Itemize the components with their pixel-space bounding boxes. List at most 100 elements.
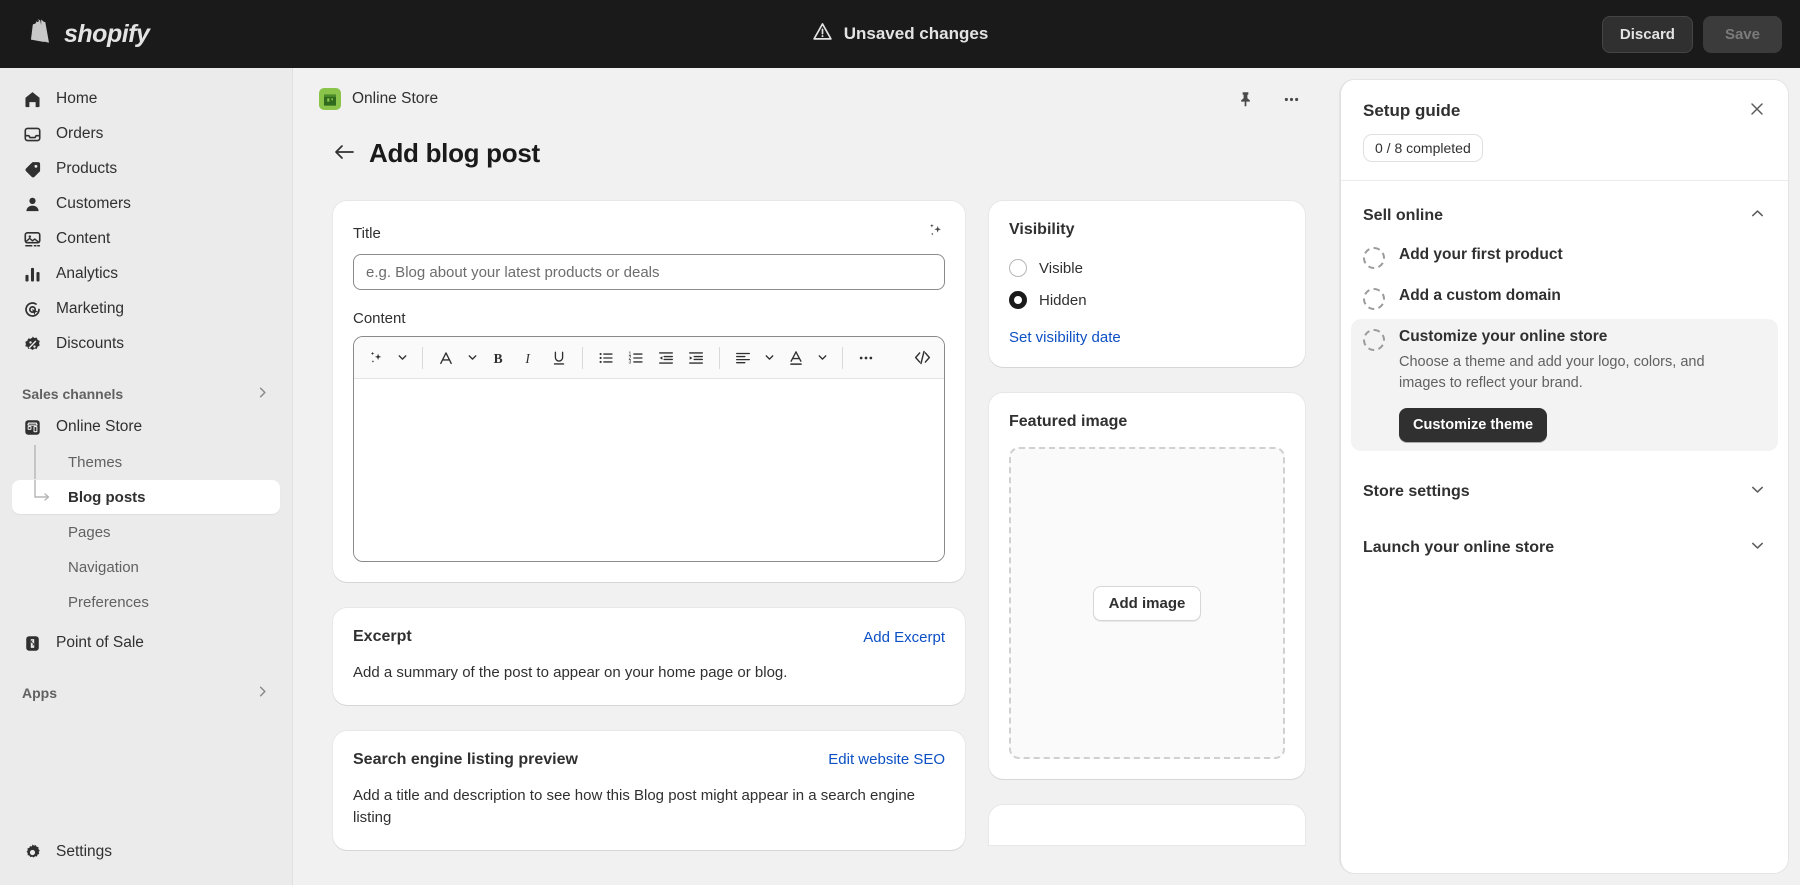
- sidebar-item-blog-posts[interactable]: Blog posts: [12, 480, 280, 514]
- sidebar-item-navigation[interactable]: Navigation: [12, 550, 280, 584]
- setup-task-add-first-product[interactable]: Add your first product: [1351, 237, 1778, 278]
- page-title-row: Add blog post: [319, 138, 1306, 169]
- ellipsis-icon[interactable]: [1276, 84, 1306, 114]
- indent-icon[interactable]: [682, 343, 710, 373]
- setup-task-add-custom-domain[interactable]: Add a custom domain: [1351, 278, 1778, 319]
- shopify-logo[interactable]: shopify: [18, 18, 149, 51]
- section-title: Launch your online store: [1363, 539, 1554, 557]
- seo-preview-card: Search engine listing preview Edit websi…: [333, 731, 965, 850]
- title-input[interactable]: [353, 254, 945, 290]
- bold-icon[interactable]: B: [485, 343, 513, 373]
- task-description: Choose a theme and add your logo, colors…: [1399, 352, 1729, 394]
- breadcrumb[interactable]: Online Store: [319, 88, 438, 110]
- discount-badge-icon: [22, 334, 43, 355]
- radio-unchecked-icon: [1009, 259, 1027, 277]
- title-label-row: Title: [353, 221, 945, 245]
- save-button[interactable]: Save: [1703, 16, 1782, 53]
- bar-chart-icon: [22, 264, 43, 285]
- radio-checked-icon: [1009, 291, 1027, 309]
- underline-icon[interactable]: [545, 343, 573, 373]
- breadcrumb-label: Online Store: [352, 90, 438, 108]
- content-image-icon: [22, 229, 43, 250]
- magic-sparkle-icon[interactable]: [362, 343, 390, 373]
- font-size-a-icon[interactable]: [432, 343, 460, 373]
- task-body: Add a custom domain: [1399, 287, 1766, 310]
- sidebar-item-point-of-sale[interactable]: Point of Sale: [12, 626, 280, 660]
- discard-button[interactable]: Discard: [1602, 16, 1693, 53]
- featured-image-card: Featured image Add image: [989, 393, 1305, 779]
- setup-task-customize-online-store[interactable]: Customize your online store Choose a the…: [1351, 319, 1778, 451]
- toolbar-divider: [842, 347, 843, 369]
- code-icon[interactable]: [908, 343, 936, 373]
- sidebar-item-settings[interactable]: Settings: [12, 835, 280, 869]
- setup-guide-header: Setup guide 0 / 8 completed: [1341, 80, 1788, 181]
- sidebar-item-home[interactable]: Home: [12, 82, 280, 116]
- task-incomplete-circle-icon: [1363, 288, 1385, 310]
- magic-sparkle-icon[interactable]: [926, 221, 945, 245]
- visibility-option-hidden[interactable]: Hidden: [1009, 291, 1285, 309]
- orders-inbox-icon: [22, 124, 43, 145]
- sidebar-item-customers[interactable]: Customers: [12, 187, 280, 221]
- sidebar-section-apps[interactable]: Apps: [12, 677, 280, 709]
- home-icon: [22, 89, 43, 110]
- add-excerpt-link[interactable]: Add Excerpt: [863, 629, 945, 646]
- close-icon[interactable]: [1748, 100, 1766, 122]
- sidebar-item-pages[interactable]: Pages: [12, 515, 280, 549]
- outdent-icon[interactable]: [652, 343, 680, 373]
- chevron-down-icon[interactable]: [759, 343, 780, 373]
- chevron-right-icon: [255, 684, 270, 702]
- add-image-button[interactable]: Add image: [1093, 586, 1202, 621]
- sidebar-item-themes[interactable]: Themes: [12, 445, 280, 479]
- sidebar-item-label: Products: [56, 160, 117, 178]
- edit-website-seo-link[interactable]: Edit website SEO: [828, 751, 945, 768]
- visibility-card: Visibility Visible Hidden Set visibility…: [989, 201, 1305, 367]
- visibility-option-visible[interactable]: Visible: [1009, 259, 1285, 277]
- shopify-bag-icon: [28, 18, 54, 51]
- sidebar-item-content[interactable]: Content: [12, 222, 280, 256]
- align-left-icon[interactable]: [729, 343, 757, 373]
- numbered-list-icon[interactable]: 123: [622, 343, 650, 373]
- sales-channels-label: Sales channels: [22, 386, 123, 402]
- seo-card-header: Search engine listing preview Edit websi…: [353, 751, 945, 769]
- page-title: Add blog post: [369, 138, 540, 169]
- bulleted-list-icon[interactable]: [592, 343, 620, 373]
- top-bar-actions: Discard Save: [1602, 16, 1782, 53]
- chevron-down-icon[interactable]: [462, 343, 483, 373]
- ellipsis-icon[interactable]: [852, 343, 880, 373]
- excerpt-card-header: Excerpt Add Excerpt: [353, 628, 945, 646]
- italic-icon[interactable]: I: [515, 343, 543, 373]
- editor-content-area[interactable]: [354, 379, 944, 561]
- set-visibility-date-link[interactable]: Set visibility date: [1009, 329, 1121, 346]
- pin-icon[interactable]: [1230, 84, 1260, 114]
- setup-guide-body: Sell online Add your first product Add a…: [1341, 181, 1788, 583]
- storefront-icon: [22, 417, 43, 438]
- chevron-down-icon[interactable]: [392, 343, 413, 373]
- sidebar-item-analytics[interactable]: Analytics: [12, 257, 280, 291]
- sidebar-item-marketing[interactable]: Marketing: [12, 292, 280, 326]
- sidebar-item-discounts[interactable]: Discounts: [12, 327, 280, 361]
- main-content: Online Store Add blog: [293, 68, 1340, 885]
- excerpt-card: Excerpt Add Excerpt Add a summary of the…: [333, 608, 965, 705]
- back-arrow-icon[interactable]: [333, 142, 355, 166]
- sidebar-item-online-store[interactable]: Online Store: [12, 410, 280, 444]
- sidebar-item-label: Point of Sale: [56, 634, 144, 652]
- warning-triangle-icon: [812, 21, 833, 47]
- shopify-admin-window: shopify Unsaved changes Discard Save Hom…: [0, 0, 1800, 885]
- sidebar-item-orders[interactable]: Orders: [12, 117, 280, 151]
- apps-label: Apps: [22, 685, 57, 701]
- text-color-a-icon[interactable]: [782, 343, 810, 373]
- sidebar-item-label: Orders: [56, 125, 103, 143]
- rich-text-editor: B I: [353, 336, 945, 562]
- sidebar-item-preferences[interactable]: Preferences: [12, 585, 280, 619]
- customize-theme-button[interactable]: Customize theme: [1399, 408, 1547, 442]
- setup-guide-section-sell-online[interactable]: Sell online: [1351, 195, 1778, 237]
- sidebar-section-sales-channels[interactable]: Sales channels: [12, 378, 280, 410]
- sidebar-item-label: Themes: [68, 454, 122, 471]
- chevron-down-icon[interactable]: [812, 343, 833, 373]
- setup-guide-section-store-settings[interactable]: Store settings: [1351, 471, 1778, 513]
- setup-guide-section-launch-store[interactable]: Launch your online store: [1351, 527, 1778, 569]
- task-title: Add your first product: [1399, 246, 1766, 264]
- sidebar-item-products[interactable]: Products: [12, 152, 280, 186]
- chevron-up-icon: [1749, 205, 1766, 227]
- featured-image-dropzone[interactable]: Add image: [1009, 447, 1285, 759]
